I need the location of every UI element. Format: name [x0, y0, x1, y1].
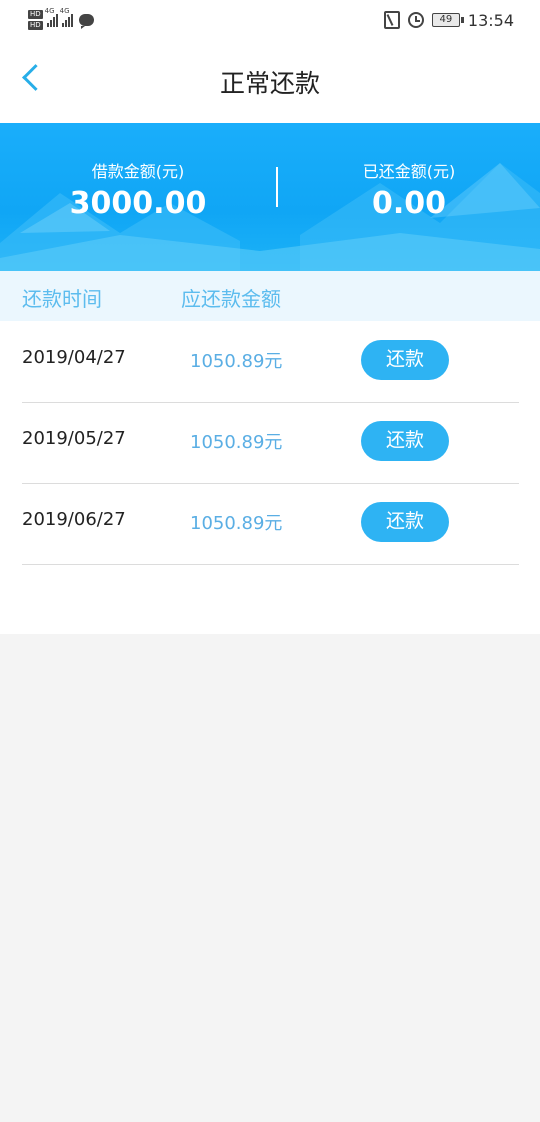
- clock: 13:54: [467, 10, 514, 30]
- borrow-amount-block: 借款金额(元) 3000.00: [3, 161, 273, 223]
- repay-button[interactable]: 还款: [361, 502, 449, 542]
- repay-amount: 1050.89元: [190, 513, 283, 534]
- table-row: 2019/05/27 1050.89元 还款: [22, 402, 519, 484]
- hd-icons: HD HD: [28, 10, 43, 30]
- borrow-amount-label: 借款金额(元): [91, 162, 185, 181]
- alarm-icon: [407, 12, 424, 28]
- table-row: 2019/06/27 1050.89元 还款: [22, 483, 519, 565]
- repay-button[interactable]: 还款: [361, 340, 449, 380]
- borrow-amount-value: 3000.00: [69, 186, 207, 221]
- table-row: 2019/04/27 1050.89元 还款: [22, 321, 519, 403]
- signal-icon: 4G: [45, 7, 58, 27]
- repaid-amount-value: 0.00: [371, 186, 447, 221]
- message-icon: [78, 14, 94, 29]
- repay-button[interactable]: 还款: [361, 421, 449, 461]
- nav-bar: 正常还款: [0, 40, 540, 123]
- signal-icon: 4G: [60, 7, 73, 27]
- repay-date: 2019/04/27: [22, 347, 126, 368]
- repay-date: 2019/05/27: [22, 428, 126, 449]
- network-type: 4G: [44, 7, 55, 15]
- repay-date: 2019/06/27: [22, 509, 126, 530]
- status-left: HD HD 4G 4G: [28, 6, 94, 34]
- hd-badge: HD: [28, 21, 43, 30]
- page-title: 正常还款: [219, 69, 320, 98]
- status-right: 49 13:54: [383, 9, 514, 31]
- repaid-amount-label: 已还金额(元): [362, 162, 456, 181]
- repay-amount: 1050.89元: [190, 432, 283, 453]
- header-repay-amount: 应还款金额: [181, 287, 281, 311]
- nfc-icon: [383, 11, 400, 29]
- header-repay-date: 还款时间: [22, 287, 102, 311]
- status-bar: HD HD 4G 4G 49 13:54: [0, 0, 540, 40]
- repay-amount: 1050.89元: [190, 351, 283, 372]
- network-type: 4G: [59, 7, 70, 15]
- hd-badge: HD: [28, 10, 43, 19]
- table-header: 还款时间 应还款金额: [0, 271, 540, 321]
- summary-banner: 借款金额(元) 3000.00 已还金额(元) 0.00: [0, 123, 540, 271]
- repaid-amount-block: 已还金额(元) 0.00: [274, 161, 540, 223]
- repayment-list: 2019/04/27 1050.89元 还款 2019/05/27 1050.8…: [0, 321, 540, 634]
- battery-icon: 49: [431, 13, 464, 27]
